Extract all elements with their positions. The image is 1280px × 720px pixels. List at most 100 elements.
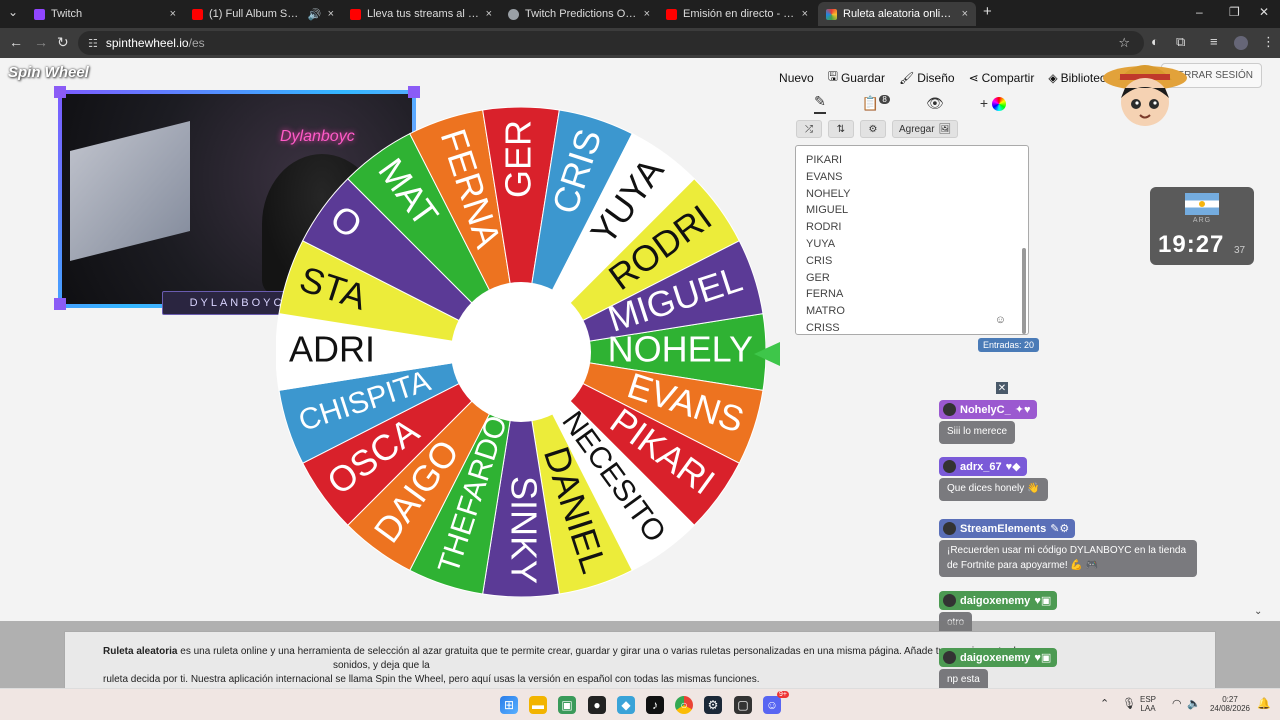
entry-line[interactable]: CRIS [806, 253, 1018, 270]
entry-line[interactable]: FERNA [806, 286, 1018, 303]
file-explorer-icon[interactable]: ▬ [529, 696, 547, 714]
argentina-flag-icon [1185, 193, 1219, 215]
tiktok-icon[interactable]: ♪ [646, 696, 664, 714]
new-tab-button[interactable]: + [983, 3, 992, 20]
entry-line[interactable]: PIKARI [806, 152, 1018, 169]
profile-avatar-icon[interactable] [1234, 36, 1248, 50]
wifi-icon[interactable]: ◠ [1172, 697, 1182, 710]
chat-message: daigoxenemy ♥▣ np esta [939, 648, 1058, 688]
entries-scrollbar[interactable] [1022, 248, 1026, 334]
webcam-frame-corner [408, 86, 420, 98]
site-logo[interactable]: Spin Wheel [8, 64, 89, 81]
hide-eye-slash-icon[interactable]: 👁 [926, 95, 944, 112]
add-image-label: Agregar [899, 123, 935, 135]
sub-badge-icon: ♥▣ [1034, 595, 1052, 607]
color-wheel-icon [991, 97, 1006, 112]
design-button[interactable]: 🖌 Diseño [899, 71, 955, 85]
speaker-icon[interactable]: 🔊 [308, 8, 322, 21]
tab-twitch[interactable]: Twitch × [26, 2, 184, 26]
spin-wheel[interactable]: NOHELYEVANSPIKARINECESITODANIELSINKYTHEF… [276, 107, 766, 597]
bookmark-star-icon[interactable]: ☆ [1118, 35, 1130, 51]
chrome-icon[interactable]: ○ [675, 696, 693, 714]
gear-icon: ⚙ [868, 123, 878, 135]
back-arrow-icon[interactable]: ← [9, 34, 23, 50]
youtube-icon [192, 8, 203, 20]
new-label: Nuevo [779, 70, 814, 85]
steam-icon[interactable]: ⚙ [704, 696, 722, 714]
url-domain: spinthewheel.io [105, 36, 189, 50]
taskbar-clock[interactable]: 0:27 24/08/2026 [1208, 695, 1252, 713]
discord-badge: 9+ [777, 691, 789, 698]
sort-button[interactable]: ⇅ [828, 120, 854, 138]
new-button[interactable]: Nuevo [779, 71, 814, 85]
add-image-button[interactable]: Agregar 🖼 [892, 120, 959, 138]
chat-message: StreamElements ✎⚙ ¡Recuerden usar mi códi… [939, 519, 1197, 577]
tab-streams[interactable]: Lleva tus streams al siguien × [342, 2, 500, 26]
forward-arrow-icon[interactable]: → [34, 34, 48, 50]
close-icon[interactable]: × [962, 8, 968, 20]
entry-line[interactable]: MATRO [806, 303, 1018, 320]
site-info-icon[interactable]: ☷ [88, 37, 98, 50]
webcam-frame-corner [54, 86, 66, 98]
chat-message: NohelyC_ ✦♥ Siii lo merece [939, 400, 1037, 444]
wheel-center-hub[interactable] [451, 282, 591, 422]
obs-icon[interactable]: ● [588, 696, 606, 714]
chevron-down-icon[interactable]: ⌄ [1254, 606, 1262, 617]
entry-line[interactable]: GER [806, 270, 1018, 287]
tray-chevron-icon[interactable]: ⌃ [1100, 697, 1109, 710]
entries-textarea[interactable]: PIKARI EVANS NOHELY MIGUEL RODRI YUYA CRIS GER F… [795, 145, 1029, 335]
save-icon: 🖫 [827, 69, 838, 83]
close-icon[interactable]: × [328, 8, 334, 20]
entry-line[interactable]: CRISS [806, 320, 1018, 334]
chat-username: NohelyC_ [960, 403, 1011, 416]
chat-text: Que dices honely 👋 [939, 478, 1048, 501]
share-button[interactable]: ⋖ Compartir [969, 71, 1035, 85]
shuffle-button[interactable]: ⤮ [796, 120, 822, 138]
app-square-icon[interactable]: ▢ [734, 696, 752, 714]
restore-icon[interactable]: ❐ [1229, 5, 1240, 19]
close-icon[interactable]: × [170, 8, 176, 20]
extensions-puzzle-icon[interactable]: ⧉ [1176, 34, 1185, 50]
add-color-button[interactable]: + [980, 95, 1006, 112]
chat-text: Siii lo merece [939, 421, 1016, 444]
entry-line[interactable]: EVANS [806, 169, 1018, 186]
tab-list-chevron-icon[interactable]: ⌄ [8, 5, 18, 19]
start-windows-icon[interactable]: ⊞ [500, 696, 518, 714]
entry-tools: ⤮ ⇅ ⚙ Agregar 🖼 [796, 120, 959, 138]
edit-pencil-icon[interactable]: ✎ [814, 93, 826, 114]
menu-dots-icon[interactable]: ⋮ [1262, 34, 1275, 50]
close-icon[interactable]: × [644, 8, 650, 20]
entry-line[interactable]: RODRI [806, 219, 1018, 236]
entry-line[interactable]: YUYA [806, 236, 1018, 253]
webcam-monitor-image [70, 121, 190, 261]
close-icon[interactable]: × [486, 8, 492, 20]
entry-line[interactable]: NOHELY [806, 186, 1018, 203]
tab-youtube-studio[interactable]: Emisión en directo - YouTube S × [658, 2, 816, 26]
app-diamond-icon[interactable]: ◆ [617, 696, 635, 714]
reload-icon[interactable]: ↻ [57, 34, 69, 51]
minimize-icon[interactable]: – [1196, 5, 1203, 19]
window-close-icon[interactable]: ✕ [1259, 5, 1269, 19]
discord-icon[interactable]: ☺ 9+ [763, 691, 789, 714]
language-indicator[interactable]: ESP LAA [1140, 695, 1156, 713]
entry-line[interactable]: MIGUEL [806, 202, 1018, 219]
list-clipboard-icon[interactable]: 📋 8 [862, 94, 890, 112]
wheel-segment-label: GER [498, 120, 539, 198]
chat-user-badge: daigoxenemy ♥▣ [939, 591, 1058, 610]
close-icon[interactable]: × [802, 8, 808, 20]
chat-close-icon[interactable]: ✕ [996, 382, 1008, 394]
save-button[interactable]: 🖫 Guardar [828, 67, 885, 88]
address-bar[interactable]: ☷ spinthewheel.io /es ☆ [78, 31, 1144, 55]
emoji-icon[interactable]: ☺ [995, 314, 1006, 326]
notification-bell-icon[interactable]: 🔔 [1257, 697, 1271, 710]
tab-ruleta[interactable]: Ruleta aleatoria online – ruleta × [818, 2, 976, 26]
description-line-2: ruleta decida por ti. Nuestra aplicación… [103, 674, 760, 685]
tab-spiderman[interactable]: (1) Full Album Spider-Man 🔊 × [184, 2, 342, 26]
microphone-icon[interactable]: 🎙 [1122, 697, 1136, 710]
reading-list-icon[interactable]: ≡ [1210, 34, 1218, 49]
tab-predictions[interactable]: Twitch Predictions Overlay × [500, 2, 658, 26]
settings-button[interactable]: ⚙ [860, 120, 886, 138]
extension-icon[interactable]: ◐ [1151, 34, 1159, 49]
app-icon[interactable]: ▣ [558, 696, 576, 714]
volume-icon[interactable]: 🔈 [1187, 697, 1201, 710]
